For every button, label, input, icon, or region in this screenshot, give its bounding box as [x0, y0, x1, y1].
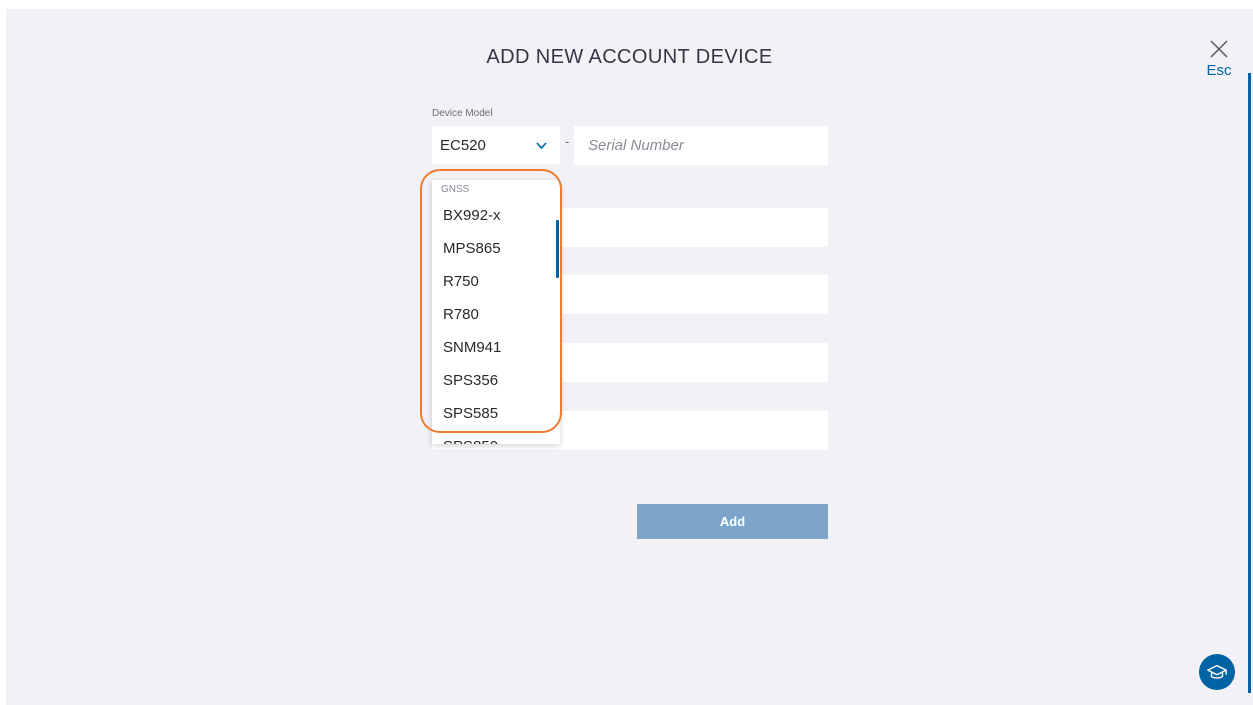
dropdown-option[interactable]: R780: [432, 298, 560, 331]
serial-number-input[interactable]: [574, 126, 828, 165]
dialog-title: ADD NEW ACCOUNT DEVICE: [486, 46, 773, 68]
page-scrollbar[interactable]: [1248, 73, 1251, 693]
dialog-overlay: ADD NEW ACCOUNT DEVICE Esc Device Model …: [6, 9, 1253, 705]
dropdown-option[interactable]: SPS850: [432, 430, 560, 444]
device-model-value: EC520: [440, 136, 486, 154]
add-button[interactable]: Add: [637, 504, 828, 539]
dropdown-option[interactable]: R750: [432, 265, 560, 298]
device-model-dropdown[interactable]: GNSS BX992-x MPS865 R750 R780 SNM941 SPS…: [432, 180, 560, 444]
dropdown-option[interactable]: SPS585: [432, 397, 560, 430]
help-button[interactable]: [1199, 654, 1235, 690]
graduation-cap-icon[interactable]: [1206, 661, 1228, 683]
device-model-label: Device Model: [432, 108, 493, 119]
dropdown-option[interactable]: SNM941: [432, 331, 560, 364]
chevron-down-icon[interactable]: [535, 139, 548, 152]
dropdown-scrollbar[interactable]: [556, 220, 559, 278]
dropdown-options: BX992-x MPS865 R750 R780 SNM941 SPS356 S…: [432, 199, 560, 444]
device-model-select[interactable]: EC520: [432, 126, 560, 164]
esc-label[interactable]: Esc: [1198, 62, 1240, 79]
dropdown-option[interactable]: BX992-x: [432, 199, 560, 232]
dropdown-group-label: GNSS: [441, 184, 470, 195]
model-serial-separator: -: [565, 134, 570, 149]
dropdown-option[interactable]: MPS865: [432, 232, 560, 265]
close-icon[interactable]: [1209, 39, 1229, 59]
dropdown-option[interactable]: SPS356: [432, 364, 560, 397]
close-button[interactable]: Esc: [1198, 39, 1240, 97]
